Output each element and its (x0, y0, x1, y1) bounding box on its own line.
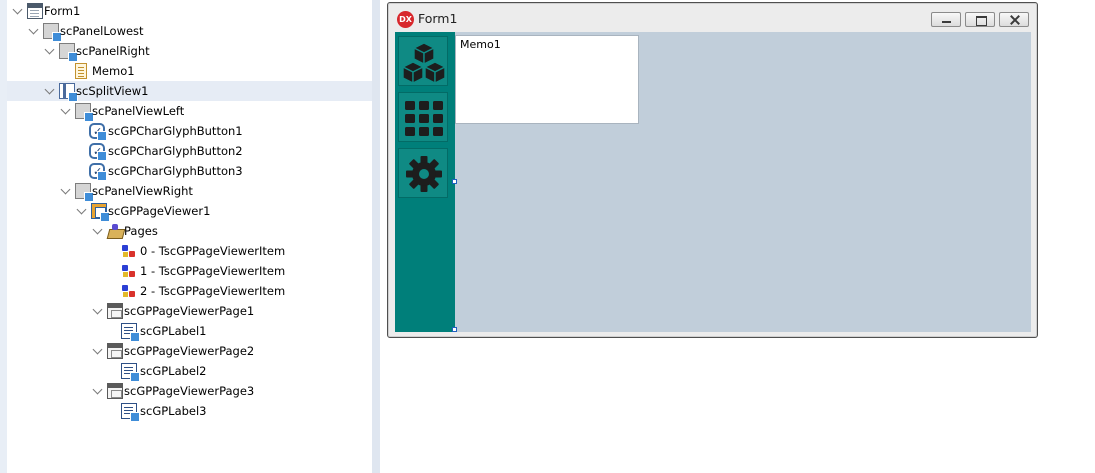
tree-node-label: scPanelLowest (60, 24, 144, 38)
chevron-down-icon[interactable] (93, 226, 103, 236)
tree-node-label: scGPPageViewerPage2 (124, 344, 255, 358)
chevron-down-icon[interactable] (45, 86, 55, 96)
tree-node-scgplabel1[interactable]: scGPLabel1 (7, 321, 372, 342)
tree-node-label: 0 - TscGPPageViewerItem (140, 244, 286, 258)
close-button[interactable] (999, 12, 1029, 27)
tree-node-scpanelviewright[interactable]: scPanelViewRight (7, 181, 372, 202)
tree-node-label: scPanelViewRight (92, 184, 193, 198)
memo-text: Memo1 (460, 38, 501, 51)
tree-node-label: scGPCharGlyphButton1 (108, 124, 243, 138)
tree-gutter (0, 0, 7, 473)
glyph-button-icon (89, 142, 107, 162)
chevron-down-icon[interactable] (93, 386, 103, 396)
dx-logo-icon: DX (397, 11, 414, 28)
tree-node-memo1[interactable]: Memo1 (7, 61, 372, 81)
form-icon (27, 3, 43, 19)
form-titlebar[interactable]: DX Form1 (388, 3, 1037, 32)
chevron-down-icon[interactable] (77, 206, 87, 216)
tree-node-scgppageviewer1[interactable]: scGPPageViewer1 (7, 201, 372, 222)
tree-node-label: Memo1 (92, 64, 135, 78)
page-icon (107, 343, 123, 359)
tree-node-scpanellowest[interactable]: scPanelLowest (7, 21, 372, 42)
panel-splitter[interactable] (372, 0, 380, 473)
tree-node-label: Form1 (44, 4, 81, 18)
memo-icon (75, 63, 87, 79)
selection-handle[interactable] (452, 179, 457, 184)
sidebar-button-settings[interactable] (398, 148, 448, 198)
tree-node-page-item-0[interactable]: 0 - TscGPPageViewerItem (7, 241, 372, 261)
split-view-icon (59, 83, 78, 102)
form-title: Form1 (418, 11, 458, 26)
tree-node-scgplabel3[interactable]: scGPLabel3 (7, 401, 372, 422)
chevron-down-icon[interactable] (93, 306, 103, 316)
form-client-area[interactable]: Memo1 (395, 32, 1031, 332)
pages-collection-icon (107, 223, 123, 239)
chevron-down-icon[interactable] (61, 106, 71, 116)
maximize-button[interactable] (965, 12, 995, 27)
gear-icon (406, 156, 442, 192)
tree-node-label: scGPCharGlyphButton3 (108, 164, 243, 178)
tree-node-label: scGPCharGlyphButton2 (108, 144, 243, 158)
panel-icon (59, 43, 78, 62)
panel-icon (43, 23, 62, 42)
page-viewer-icon (91, 203, 110, 222)
tree-node-scpanelright[interactable]: scPanelRight (7, 41, 372, 62)
tree-node-scgpcharglyphbutton1[interactable]: scGPCharGlyphButton1 (7, 121, 372, 142)
tree-node-scgpcharglyphbutton2[interactable]: scGPCharGlyphButton2 (7, 141, 372, 162)
tree-node-scgppageviewerpage2[interactable]: scGPPageViewerPage2 (7, 341, 372, 361)
page-item-icon (121, 263, 137, 279)
chevron-down-icon[interactable] (29, 26, 39, 36)
page-icon (107, 383, 123, 399)
tree-node-label: scPanelRight (76, 44, 150, 58)
glyph-button-icon (89, 162, 107, 182)
cubes-icon (402, 42, 446, 84)
tree-node-label: scSplitView1 (76, 84, 149, 98)
chevron-down-icon[interactable] (61, 186, 71, 196)
tree-node-scgpcharglyphbutton3[interactable]: scGPCharGlyphButton3 (7, 161, 372, 182)
tree-node-scgplabel2[interactable]: scGPLabel2 (7, 361, 372, 382)
tree-node-label: Pages (124, 224, 158, 238)
selection-handle[interactable] (452, 327, 457, 332)
form-designer-surface[interactable]: DX Form1 Memo1 (380, 0, 1095, 473)
chevron-down-icon[interactable] (93, 346, 103, 356)
sidebar-button-cubes[interactable] (398, 36, 448, 86)
grid-icon (405, 101, 443, 136)
split-view-sidebar[interactable] (395, 32, 455, 332)
tree-node-label: scGPLabel3 (140, 404, 207, 418)
page-icon (107, 303, 123, 319)
page-item-icon (121, 283, 137, 299)
tree-node-label: scGPPageViewer1 (108, 204, 211, 218)
structure-tree[interactable]: Form1 scPanelLowest scPanelRight Memo1 s… (0, 0, 372, 473)
chevron-down-icon[interactable] (45, 46, 55, 56)
sidebar-button-grid[interactable] (398, 92, 448, 142)
tree-node-scpanelviewleft[interactable]: scPanelViewLeft (7, 101, 372, 122)
tree-node-form1[interactable]: Form1 (7, 1, 372, 21)
tree-node-page-item-1[interactable]: 1 - TscGPPageViewerItem (7, 261, 372, 281)
tree-node-label: 1 - TscGPPageViewerItem (140, 264, 286, 278)
label-icon (121, 363, 140, 382)
chevron-down-icon[interactable] (13, 6, 23, 16)
tree-node-label: 2 - TscGPPageViewerItem (140, 284, 286, 298)
tree-node-label: scGPPageViewerPage1 (124, 304, 255, 318)
tree-node-page-item-2[interactable]: 2 - TscGPPageViewerItem (7, 281, 372, 301)
minimize-button[interactable] (931, 12, 961, 27)
tree-node-label: scGPLabel2 (140, 364, 207, 378)
tree-node-scgppageviewerpage3[interactable]: scGPPageViewerPage3 (7, 381, 372, 401)
label-icon (121, 403, 140, 422)
panel-icon (75, 103, 94, 122)
page-item-icon (121, 243, 137, 259)
label-icon (121, 323, 140, 342)
glyph-button-icon (89, 122, 107, 142)
memo-control[interactable]: Memo1 (455, 35, 639, 124)
tree-node-scgppageviewerpage1[interactable]: scGPPageViewerPage1 (7, 301, 372, 321)
tree-node-label: scPanelViewLeft (92, 104, 185, 118)
tree-node-pages[interactable]: Pages (7, 221, 372, 241)
tree-node-label: scGPPageViewerPage3 (124, 384, 255, 398)
tree-node-scsplitview1[interactable]: scSplitView1 (7, 81, 372, 102)
form-window[interactable]: DX Form1 Memo1 (387, 2, 1038, 338)
tree-node-label: scGPLabel1 (140, 324, 207, 338)
panel-icon (75, 183, 94, 202)
